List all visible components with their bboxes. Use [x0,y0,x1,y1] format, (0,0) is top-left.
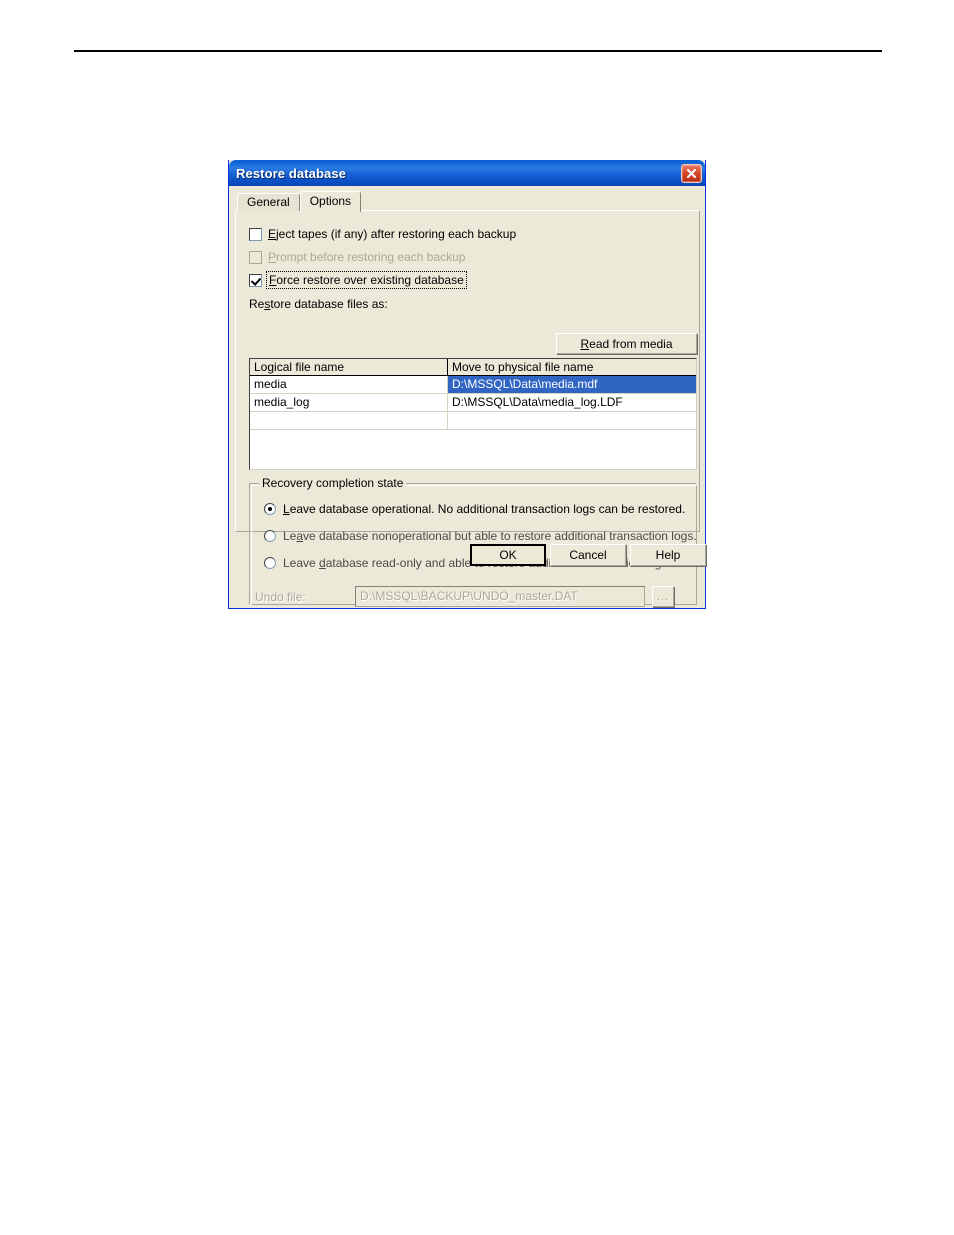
grid-header-row: Logical file name Move to physical file … [250,359,696,376]
undo-file-label: Undo file: [255,590,306,604]
dialog-titlebar: Restore database [229,160,705,186]
radio-leave-operational-row[interactable]: Leave database operational. No additiona… [264,501,685,517]
cell-logical-file-name [250,412,448,429]
undo-file-input: D:\MSSQL\BACKUP\UNDO_master.DAT [355,586,645,607]
table-row[interactable]: media_log D:\MSSQL\Data\media_log.LDF [250,394,696,412]
table-row[interactable]: media D:\MSSQL\Data\media.mdf [250,376,696,394]
undo-file-browse-label: ... [656,590,670,603]
cancel-button[interactable]: Cancel [550,544,626,566]
grid-column-physical-file-name: Move to physical file name [452,360,594,374]
checkbox-eject-tapes-label: Eject tapes (if any) after restoring eac… [268,227,517,241]
close-icon[interactable] [681,163,702,183]
tabstrip: General Options [237,191,362,212]
tab-general[interactable]: General [237,193,300,211]
checkbox-prompt-before-restoring [249,250,262,264]
recovery-group-title: Recovery completion state [259,476,407,490]
tab-options-label: Options [309,194,352,208]
radio-leave-nonoperational-row[interactable]: Leave database nonoperational but able t… [264,528,697,544]
radio-leave-nonoperational[interactable] [264,530,276,542]
grid-column-logical-file-name: Logical file name [250,359,448,375]
checkbox-eject-tapes-row[interactable]: Eject tapes (if any) after restoring eac… [249,226,516,242]
cell-logical-file-name: media_log [250,394,448,411]
checkbox-force-restore-label: Force restore over existing database [266,271,467,289]
tab-general-label: General [247,195,290,209]
checkbox-force-restore[interactable] [249,273,262,287]
dialog-title: Restore database [236,165,346,181]
restore-files-grid[interactable]: Logical file name Move to physical file … [249,358,697,470]
radio-leave-readonly[interactable] [264,557,276,569]
cell-physical-file-name [448,412,696,429]
ok-button[interactable]: OK [470,544,546,566]
help-button-label: Help [655,548,681,562]
cell-logical-file-name: media [250,376,448,393]
undo-file-browse-button: ... [652,586,674,607]
tab-options[interactable]: Options [299,191,362,212]
read-from-media-button[interactable]: Read from media [556,333,697,354]
page-header-rule [74,50,882,52]
table-row-empty[interactable] [250,412,696,430]
checkbox-prompt-before-restoring-row: Prompt before restoring each backup [249,249,465,265]
radio-leave-operational[interactable] [264,503,276,515]
read-from-media-label: Read from media [580,336,673,351]
restore-files-label: Restore database files as: [249,297,388,311]
checkbox-eject-tapes[interactable] [249,227,262,241]
ok-button-label: OK [499,548,517,562]
cell-physical-file-name[interactable]: D:\MSSQL\Data\media_log.LDF [448,394,696,411]
checkbox-force-restore-row[interactable]: Force restore over existing database [249,271,467,289]
options-tab-panel: Eject tapes (if any) after restoring eac… [235,210,700,607]
cell-physical-file-name[interactable]: D:\MSSQL\Data\media.mdf [448,376,696,393]
checkbox-prompt-before-restoring-label: Prompt before restoring each backup [268,250,466,264]
restore-database-dialog: Restore database General Options Eject t… [228,160,706,609]
radio-leave-nonoperational-label: Leave database nonoperational but able t… [283,529,697,543]
radio-leave-operational-label: Leave database operational. No additiona… [283,502,686,516]
help-button[interactable]: Help [630,544,706,566]
cancel-button-label: Cancel [569,548,607,562]
